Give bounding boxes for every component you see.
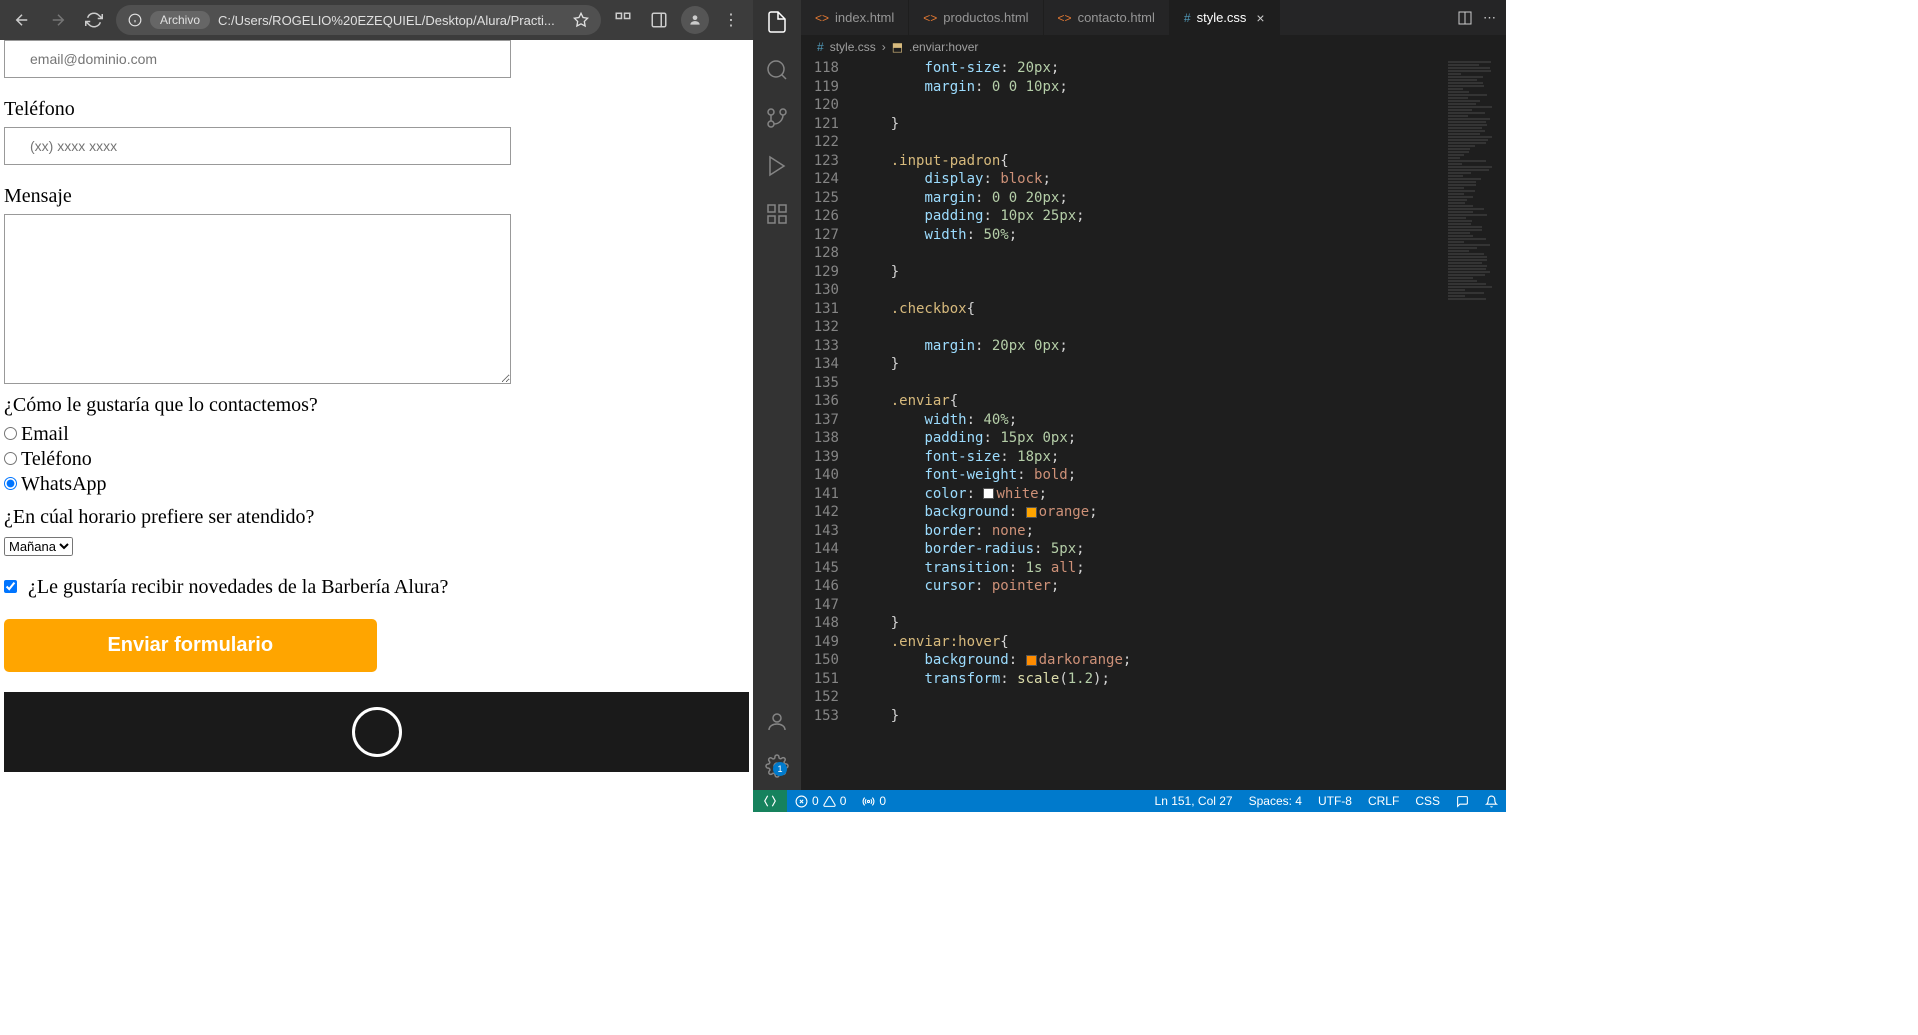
- browser-window: Archivo C:/Users/ROGELIO%20EZEQUIEL/Desk…: [0, 0, 753, 812]
- vscode-window: 1 <>index.html<>productos.html<>contacto…: [753, 0, 1506, 812]
- sidepanel-icon[interactable]: [645, 6, 673, 34]
- breadcrumb-file: style.css: [830, 40, 876, 54]
- css-file-icon: #: [817, 40, 824, 54]
- newsletter-checkbox[interactable]: [4, 580, 17, 593]
- contact-question: ¿Cómo le gustaría que lo contactemos?: [4, 394, 749, 417]
- close-icon[interactable]: ×: [1256, 10, 1264, 26]
- port-button[interactable]: 0: [854, 794, 894, 808]
- account-icon[interactable]: [765, 710, 789, 734]
- radio-email[interactable]: Email: [4, 423, 749, 446]
- status-bar: 0 0 0 Ln 151, Col 27 Spaces: 4 UTF-8 CRL…: [753, 790, 1506, 812]
- explorer-icon[interactable]: [765, 10, 789, 34]
- newsletter-label: ¿Le gustaría recibir novedades de la Bar…: [28, 576, 448, 598]
- more-actions-icon[interactable]: ⋯: [1483, 10, 1496, 26]
- footer-logo-icon: [352, 707, 402, 757]
- info-icon: [128, 13, 142, 27]
- profile-icon[interactable]: [681, 6, 709, 34]
- reload-button[interactable]: [80, 6, 108, 34]
- css-file-icon: #: [1184, 11, 1191, 25]
- html-file-icon: <>: [1058, 11, 1072, 25]
- url-bar[interactable]: Archivo C:/Users/ROGELIO%20EZEQUIEL/Desk…: [116, 5, 601, 35]
- html-file-icon: <>: [923, 11, 937, 25]
- encoding-button[interactable]: UTF-8: [1310, 794, 1360, 808]
- search-icon[interactable]: [765, 58, 789, 82]
- tabs-bar: <>index.html<>productos.html<>contacto.h…: [801, 0, 1506, 35]
- run-debug-icon[interactable]: [765, 154, 789, 178]
- eol-button[interactable]: CRLF: [1360, 794, 1407, 808]
- source-control-icon[interactable]: [765, 106, 789, 130]
- url-text: C:/Users/ROGELIO%20EZEQUIEL/Desktop/Alur…: [218, 13, 555, 28]
- extensions-icon[interactable]: [765, 202, 789, 226]
- email-field[interactable]: [4, 40, 511, 78]
- indentation-button[interactable]: Spaces: 4: [1241, 794, 1310, 808]
- file-chip: Archivo: [150, 11, 210, 29]
- settings-badge: 1: [773, 762, 787, 776]
- submit-button[interactable]: Enviar formulario: [4, 619, 377, 672]
- mensaje-field[interactable]: [4, 214, 511, 384]
- back-button[interactable]: [8, 6, 36, 34]
- telefono-label: Teléfono: [4, 98, 749, 121]
- activity-bar: 1: [753, 0, 801, 790]
- notifications-icon[interactable]: [1477, 794, 1506, 808]
- menu-icon[interactable]: ⋮: [717, 6, 745, 34]
- minimap[interactable]: [1446, 59, 1506, 790]
- css-rule-icon: ⬒: [892, 40, 903, 54]
- mensaje-label: Mensaje: [4, 185, 749, 208]
- editor-area: <>index.html<>productos.html<>contacto.h…: [801, 0, 1506, 790]
- horario-question: ¿En cúal horario prefiere ser atendido?: [4, 506, 749, 529]
- radio-whatsapp[interactable]: WhatsApp: [4, 473, 749, 496]
- breadcrumb-symbol: .enviar:hover: [909, 40, 978, 54]
- contact-radio-group: Email Teléfono WhatsApp: [4, 423, 749, 496]
- newsletter-row[interactable]: ¿Le gustaría recibir novedades de la Bar…: [4, 576, 749, 599]
- tab-style-css[interactable]: #style.css×: [1170, 0, 1280, 35]
- language-button[interactable]: CSS: [1407, 794, 1448, 808]
- remote-button[interactable]: [753, 790, 787, 812]
- horario-select[interactable]: Mañana: [4, 537, 73, 556]
- cursor-position[interactable]: Ln 151, Col 27: [1147, 794, 1241, 808]
- browser-toolbar: Archivo C:/Users/ROGELIO%20EZEQUIEL/Desk…: [0, 0, 753, 40]
- code-content[interactable]: font-size: 20px; margin: 0 0 10px; } .in…: [857, 59, 1446, 790]
- code-editor[interactable]: 1181191201211221231241251261271281291301…: [801, 59, 1506, 790]
- breadcrumbs[interactable]: # style.css › ⬒ .enviar:hover: [801, 35, 1506, 59]
- tab-index-html[interactable]: <>index.html: [801, 0, 909, 35]
- radio-telefono[interactable]: Teléfono: [4, 448, 749, 471]
- page-content: Teléfono Mensaje ¿Cómo le gustaría que l…: [0, 40, 753, 812]
- feedback-icon[interactable]: [1448, 794, 1477, 808]
- html-file-icon: <>: [815, 11, 829, 25]
- tab-productos-html[interactable]: <>productos.html: [909, 0, 1043, 35]
- problems-button[interactable]: 0 0: [787, 794, 854, 808]
- extensions-icon[interactable]: [609, 6, 637, 34]
- star-icon[interactable]: [573, 12, 589, 28]
- split-editor-icon[interactable]: [1457, 10, 1473, 26]
- page-footer: [4, 692, 749, 772]
- telefono-field[interactable]: [4, 127, 511, 165]
- tab-contacto-html[interactable]: <>contacto.html: [1044, 0, 1170, 35]
- forward-button[interactable]: [44, 6, 72, 34]
- line-gutter: 1181191201211221231241251261271281291301…: [801, 59, 857, 790]
